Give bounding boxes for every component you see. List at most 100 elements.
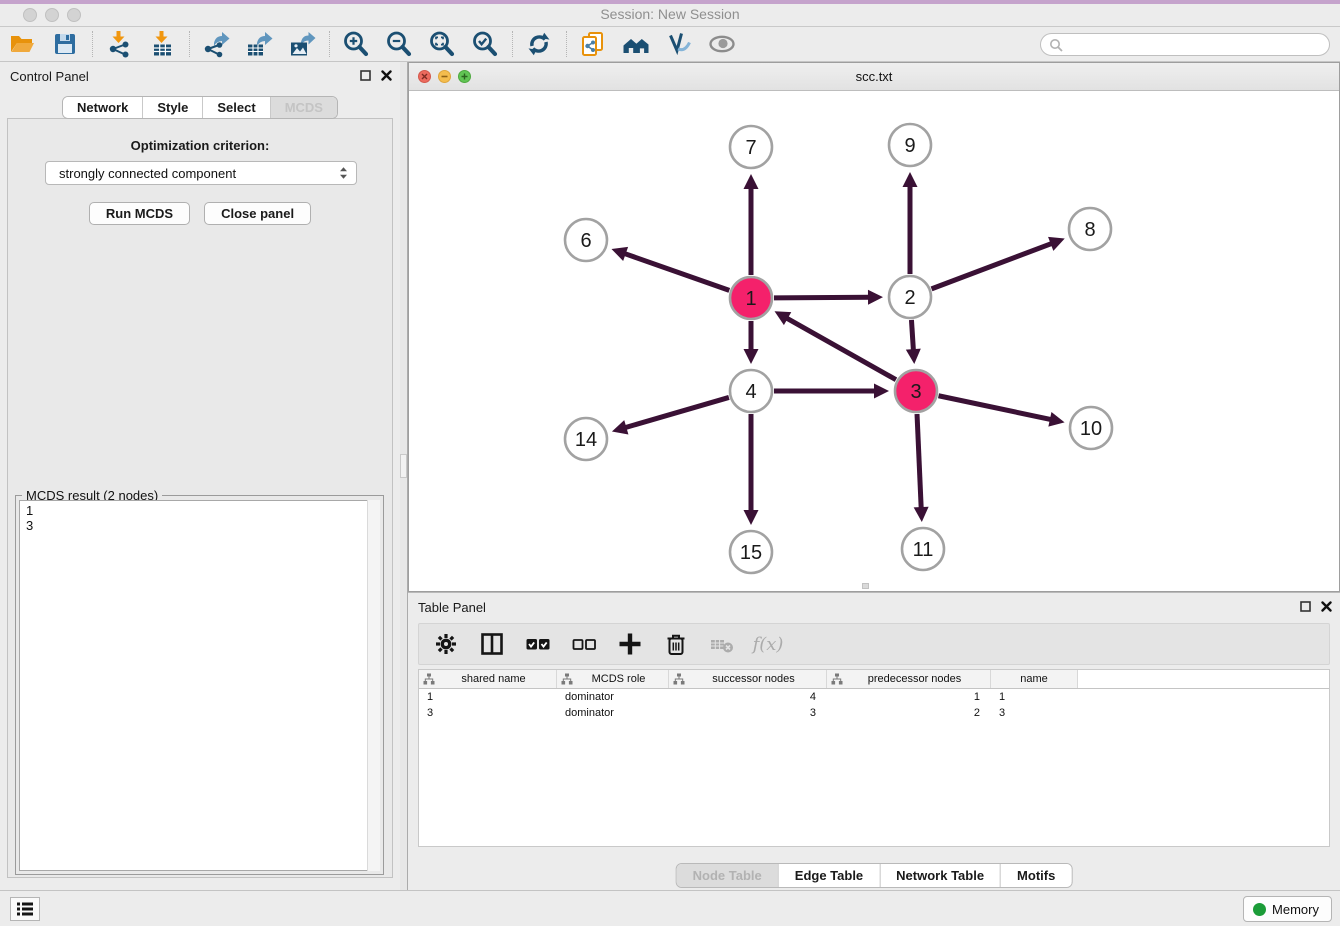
- table-cell[interactable]: 3: [669, 705, 827, 721]
- graph-node-7[interactable]: 7: [730, 126, 772, 168]
- graph-edge-1-7[interactable]: [744, 174, 759, 275]
- tab-network[interactable]: Network: [63, 97, 142, 118]
- mcds-result-scrollbar[interactable]: [367, 500, 380, 871]
- node-table[interactable]: shared nameMCDS rolesuccessor nodesprede…: [418, 669, 1330, 847]
- deselect-all-icon[interactable]: [571, 631, 597, 657]
- table-cell[interactable]: dominator: [557, 689, 669, 705]
- tab-edge-table[interactable]: Edge Table: [778, 864, 879, 887]
- zoom-out-icon[interactable]: [385, 30, 413, 58]
- svg-text:4: 4: [745, 381, 756, 403]
- graph-node-9[interactable]: 9: [889, 124, 931, 166]
- float-table-panel-icon[interactable]: [1300, 601, 1311, 612]
- tab-mcds[interactable]: MCDS: [270, 97, 337, 118]
- graph-edge-2-8[interactable]: [932, 237, 1065, 289]
- memory-button[interactable]: Memory: [1243, 896, 1332, 922]
- search-icon: [1049, 38, 1063, 52]
- select-all-icon[interactable]: [525, 631, 551, 657]
- column-header-MCDS-role[interactable]: MCDS role: [557, 670, 669, 688]
- task-history-button[interactable]: [10, 897, 40, 921]
- tab-network-table[interactable]: Network Table: [879, 864, 1000, 887]
- graph-edge-1-4[interactable]: [744, 321, 759, 364]
- tab-motifs[interactable]: Motifs: [1000, 864, 1071, 887]
- clone-network-icon[interactable]: [579, 30, 607, 58]
- close-panel-icon[interactable]: [381, 70, 392, 81]
- select-stepper-icon: [337, 166, 350, 180]
- float-panel-icon[interactable]: [360, 70, 371, 81]
- split-panel-icon[interactable]: [479, 631, 505, 657]
- canvas-resize-grip[interactable]: [862, 583, 869, 589]
- graph-edge-3-10[interactable]: [939, 396, 1065, 427]
- close-panel-button[interactable]: Close panel: [204, 202, 311, 225]
- toolbar-separator: [512, 31, 513, 57]
- graph-node-4[interactable]: 4: [730, 370, 772, 412]
- graph-node-14[interactable]: 14: [565, 418, 607, 460]
- column-header-successor-nodes[interactable]: successor nodes: [669, 670, 827, 688]
- graph-node-11[interactable]: 11: [902, 528, 944, 570]
- divider-grip[interactable]: [400, 454, 407, 478]
- eye-icon[interactable]: [708, 30, 736, 58]
- table-cell[interactable]: dominator: [557, 705, 669, 721]
- tab-node-table[interactable]: Node Table: [677, 864, 778, 887]
- table-cell[interactable]: 3: [991, 705, 1078, 721]
- table-settings-icon[interactable]: [433, 631, 459, 657]
- graph-edge-2-3[interactable]: [906, 320, 921, 364]
- graph-edge-4-14[interactable]: [612, 397, 729, 434]
- export-image-icon[interactable]: [288, 30, 316, 58]
- import-table-icon[interactable]: [148, 30, 176, 58]
- graph-node-10[interactable]: 10: [1070, 407, 1112, 449]
- graph-edge-2-9[interactable]: [903, 172, 918, 274]
- svg-text:6: 6: [580, 230, 591, 252]
- graph-edge-4-3[interactable]: [774, 384, 889, 399]
- export-network-icon[interactable]: [202, 30, 230, 58]
- zoom-fit-icon[interactable]: [428, 30, 456, 58]
- table-cell[interactable]: 2: [827, 705, 991, 721]
- search-input[interactable]: [1067, 37, 1317, 52]
- open-session-icon[interactable]: [8, 30, 36, 58]
- graph-edge-1-6[interactable]: [611, 247, 729, 291]
- graph-node-2[interactable]: 2: [889, 276, 931, 318]
- graph-edge-4-15[interactable]: [744, 414, 759, 525]
- zoom-selected-icon[interactable]: [471, 30, 499, 58]
- import-network-icon[interactable]: [105, 30, 133, 58]
- optimization-criterion-select[interactable]: strongly connected component: [45, 161, 357, 185]
- graph-node-1[interactable]: 1: [730, 277, 772, 319]
- close-table-panel-icon[interactable]: [1321, 601, 1332, 612]
- column-header-name[interactable]: name: [991, 670, 1078, 688]
- search-field[interactable]: [1040, 33, 1330, 56]
- table-cell[interactable]: 1: [419, 689, 557, 705]
- tab-style[interactable]: Style: [142, 97, 202, 118]
- table-cell[interactable]: 1: [991, 689, 1078, 705]
- column-header-shared-name[interactable]: shared name: [419, 670, 557, 688]
- node-table-header: shared nameMCDS rolesuccessor nodesprede…: [419, 670, 1329, 689]
- table-cell[interactable]: 4: [669, 689, 827, 705]
- column-header-predecessor-nodes[interactable]: predecessor nodes: [827, 670, 991, 688]
- network-graph[interactable]: 7 9 6 8 1 2 4 3 14 10 15 11: [409, 91, 1339, 591]
- panel-divider[interactable]: [400, 62, 408, 890]
- graph-node-8[interactable]: 8: [1069, 208, 1111, 250]
- tab-select[interactable]: Select: [202, 97, 269, 118]
- delete-icon[interactable]: [663, 631, 689, 657]
- network-overview-icon[interactable]: [622, 30, 650, 58]
- export-table-icon[interactable]: [245, 30, 273, 58]
- table-row[interactable]: 1dominator411: [419, 689, 1329, 705]
- network-canvas[interactable]: 7 9 6 8 1 2 4 3 14 10 15 11: [409, 91, 1339, 591]
- graph-node-3[interactable]: 3: [895, 370, 937, 412]
- svg-text:1: 1: [745, 288, 756, 310]
- run-mcds-button[interactable]: Run MCDS: [89, 202, 190, 225]
- graph-node-15[interactable]: 15: [730, 531, 772, 573]
- graph-node-6[interactable]: 6: [565, 219, 607, 261]
- graph-edge-1-2[interactable]: [774, 290, 883, 305]
- graph-edge-3-11[interactable]: [914, 414, 929, 522]
- save-session-icon[interactable]: [51, 30, 79, 58]
- control-panel: Control Panel NetworkStyleSelectMCDS Opt…: [0, 62, 400, 882]
- apply-layout-icon[interactable]: [525, 30, 553, 58]
- add-column-icon[interactable]: [617, 631, 643, 657]
- mcds-result-text[interactable]: 1 3: [19, 500, 380, 871]
- graphics-details-icon[interactable]: [665, 30, 693, 58]
- table-row[interactable]: 3dominator323: [419, 705, 1329, 721]
- graph-edge-3-1[interactable]: [775, 311, 896, 379]
- table-cell[interactable]: 3: [419, 705, 557, 721]
- table-cell[interactable]: 1: [827, 689, 991, 705]
- table-toolbar: f(x): [418, 623, 1330, 665]
- zoom-in-icon[interactable]: [342, 30, 370, 58]
